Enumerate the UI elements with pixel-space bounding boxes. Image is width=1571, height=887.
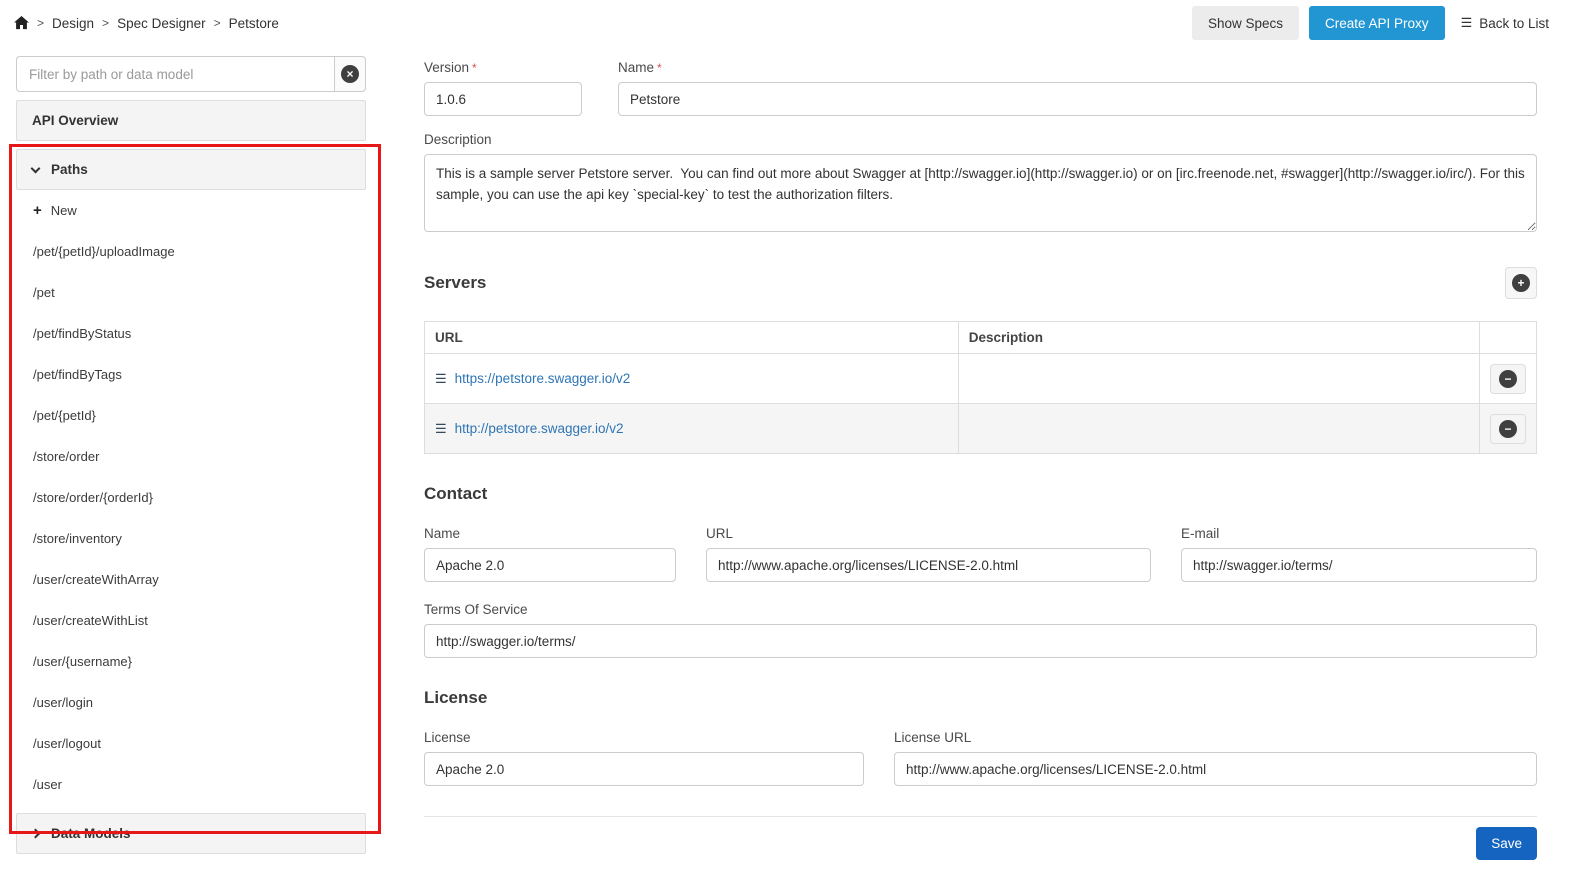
required-marker: * <box>657 61 662 75</box>
add-server-button[interactable]: + <box>1505 267 1537 299</box>
version-label: Version* <box>424 60 582 75</box>
plus-icon: + <box>33 203 42 218</box>
server-description-cell[interactable] <box>958 354 1479 404</box>
breadcrumb-separator: > <box>102 16 109 30</box>
path-item[interactable]: /pet/{petId}/uploadImage <box>16 231 366 272</box>
license-label: License <box>424 730 864 745</box>
back-to-list-button[interactable]: ☰ Back to List <box>1455 6 1555 40</box>
server-url-link[interactable]: http://petstore.swagger.io/v2 <box>455 421 624 436</box>
servers-col-url: URL <box>425 322 959 354</box>
topbar-actions: Show Specs Create API Proxy ☰ Back to Li… <box>1192 6 1555 40</box>
path-item[interactable]: /pet/findByTags <box>16 354 366 395</box>
license-url-label: License URL <box>894 730 1537 745</box>
server-url-link[interactable]: https://petstore.swagger.io/v2 <box>455 371 631 386</box>
server-row: ☰ http://petstore.swagger.io/v2 − <box>425 404 1537 454</box>
path-item[interactable]: /pet/findByStatus <box>16 313 366 354</box>
form-footer: Save <box>424 816 1537 860</box>
circle-minus-icon: − <box>1499 420 1517 438</box>
servers-section-title: Servers <box>424 273 486 293</box>
paths-list: + New /pet/{petId}/uploadImage /pet /pet… <box>16 190 366 805</box>
contact-name-input[interactable] <box>424 548 676 582</box>
path-item[interactable]: /user <box>16 764 366 805</box>
path-item[interactable]: /user/login <box>16 682 366 723</box>
spec-designer-page: > Design > Spec Designer > Petstore Show… <box>0 0 1571 887</box>
version-input[interactable] <box>424 82 582 116</box>
back-to-list-label: Back to List <box>1479 16 1549 31</box>
filter-input[interactable] <box>16 56 334 92</box>
path-item[interactable]: /user/{username} <box>16 641 366 682</box>
drag-handle-icon[interactable]: ☰ <box>435 422 447 435</box>
api-overview-item[interactable]: API Overview <box>16 100 366 141</box>
breadcrumb-spec-designer[interactable]: Spec Designer <box>117 16 206 31</box>
name-input[interactable] <box>618 82 1537 116</box>
license-input[interactable] <box>424 752 864 786</box>
chevron-down-icon <box>31 163 41 173</box>
save-button[interactable]: Save <box>1476 827 1537 860</box>
clear-filter-button[interactable]: × <box>334 56 366 92</box>
new-path-label: New <box>51 203 77 218</box>
remove-server-button[interactable]: − <box>1490 414 1526 444</box>
path-item[interactable]: /user/logout <box>16 723 366 764</box>
chevron-right-icon <box>31 829 41 839</box>
circle-plus-icon: + <box>1512 274 1530 292</box>
path-item[interactable]: /store/order <box>16 436 366 477</box>
breadcrumb-separator: > <box>214 16 221 30</box>
terms-of-service-input[interactable] <box>424 624 1537 658</box>
contact-email-input[interactable] <box>1181 548 1537 582</box>
show-specs-button[interactable]: Show Specs <box>1192 6 1299 40</box>
path-item[interactable]: /pet/{petId} <box>16 395 366 436</box>
paths-header-label: Paths <box>51 162 88 177</box>
contact-email-label: E-mail <box>1181 526 1537 541</box>
server-description-cell[interactable] <box>958 404 1479 454</box>
list-icon: ☰ <box>1461 15 1473 31</box>
home-icon[interactable] <box>14 16 29 30</box>
circle-x-icon: × <box>341 65 359 83</box>
drag-handle-icon[interactable]: ☰ <box>435 372 447 385</box>
servers-col-actions <box>1480 322 1537 354</box>
servers-table: URL Description ☰ https://petstore.swagg… <box>424 321 1537 454</box>
required-marker: * <box>472 61 477 75</box>
new-path-button[interactable]: + New <box>16 190 366 231</box>
path-item[interactable]: /pet <box>16 272 366 313</box>
create-api-proxy-button[interactable]: Create API Proxy <box>1309 6 1445 40</box>
breadcrumb-petstore[interactable]: Petstore <box>229 16 279 31</box>
path-item[interactable]: /user/createWithArray <box>16 559 366 600</box>
path-item[interactable]: /store/order/{orderId} <box>16 477 366 518</box>
content-area: × API Overview Paths + New /pet/{petId}/… <box>0 46 1571 860</box>
license-section-title: License <box>424 688 487 708</box>
data-models-accordion-header[interactable]: Data Models <box>16 813 366 854</box>
breadcrumb-design[interactable]: Design <box>52 16 94 31</box>
data-models-header-label: Data Models <box>51 826 131 841</box>
servers-col-description: Description <box>958 322 1479 354</box>
name-label: Name* <box>618 60 1537 75</box>
breadcrumb-separator: > <box>37 16 44 30</box>
path-item[interactable]: /user/createWithList <box>16 600 366 641</box>
license-url-input[interactable] <box>894 752 1537 786</box>
description-label: Description <box>424 132 1537 147</box>
description-textarea[interactable]: This is a sample server Petstore server.… <box>424 154 1537 232</box>
spec-form: Version* Name* Description This is a sam… <box>424 56 1537 860</box>
api-overview-label: API Overview <box>32 113 118 128</box>
server-row: ☰ https://petstore.swagger.io/v2 − <box>425 354 1537 404</box>
circle-minus-icon: − <box>1499 370 1517 388</box>
remove-server-button[interactable]: − <box>1490 364 1526 394</box>
contact-name-label: Name <box>424 526 676 541</box>
contact-url-input[interactable] <box>706 548 1151 582</box>
filter-row: × <box>16 56 366 92</box>
topbar: > Design > Spec Designer > Petstore Show… <box>0 0 1571 46</box>
contact-section-title: Contact <box>424 484 487 504</box>
paths-accordion-header[interactable]: Paths <box>16 149 366 190</box>
path-item[interactable]: /store/inventory <box>16 518 366 559</box>
contact-url-label: URL <box>706 526 1151 541</box>
sidebar: × API Overview Paths + New /pet/{petId}/… <box>16 56 366 854</box>
terms-of-service-label: Terms Of Service <box>424 602 1537 617</box>
breadcrumb: > Design > Spec Designer > Petstore <box>14 16 279 31</box>
